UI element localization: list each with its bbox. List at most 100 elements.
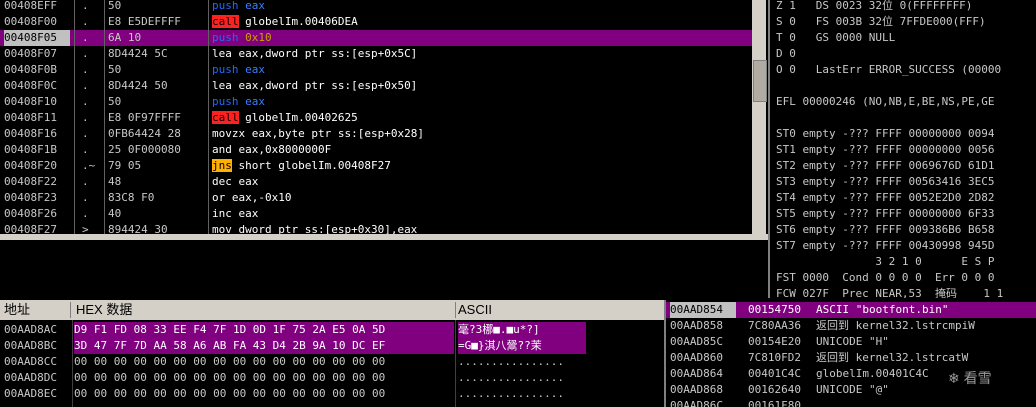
disasm-marker: .~ bbox=[82, 159, 96, 172]
dump-address: 00AAD8EC bbox=[4, 387, 57, 400]
disasm-row[interactable]: 00408F23. 83C8 F0 or eax,-0x10 bbox=[0, 190, 752, 206]
disasm-operand: dword ptr ss:[esp+0x30],eax bbox=[238, 223, 418, 234]
disasm-row[interactable]: 00408F11. E8 0F97FFFF call globelIm.004026… bbox=[0, 110, 752, 126]
column-divider bbox=[455, 320, 456, 407]
disasm-address: 00408F27 bbox=[4, 223, 57, 234]
disasm-instruction: inc eax bbox=[212, 206, 258, 222]
disasm-row[interactable]: 00408F0B. 50 push eax bbox=[0, 62, 752, 78]
dump-header-address[interactable]: 地址 bbox=[4, 300, 30, 320]
scrollbar-thumb[interactable] bbox=[753, 60, 767, 102]
disasm-marker: . bbox=[82, 175, 89, 188]
dump-ascii: ................ bbox=[458, 387, 564, 400]
column-divider bbox=[104, 0, 105, 234]
column-divider bbox=[72, 320, 73, 407]
register-line[interactable]: ST2 empty -??? FFFF 0069676D 61D1 bbox=[776, 158, 995, 174]
register-line[interactable]: ST5 empty -??? FFFF 00000000 6F33 bbox=[776, 206, 995, 222]
dump-row[interactable]: 00AAD8CC 00 00 00 00 00 00 00 00 00 00 00… bbox=[0, 354, 664, 370]
disasm-marker: > bbox=[82, 223, 89, 234]
disasm-marker: . bbox=[82, 207, 89, 220]
register-line[interactable]: D 0 bbox=[776, 46, 796, 62]
stack-address: 00AAD85C bbox=[670, 335, 723, 348]
disasm-hex: 25 0F000080 bbox=[108, 143, 181, 156]
register-line[interactable]: Z 1 DS 0023 32位 0(FFFFFFFF) bbox=[776, 0, 972, 14]
register-line[interactable]: ST1 empty -??? FFFF 00000000 0056 bbox=[776, 142, 995, 158]
disasm-instruction: push eax bbox=[212, 0, 265, 14]
disasm-mnemonic: dec bbox=[212, 175, 232, 188]
dump-ascii: ................ bbox=[458, 371, 564, 384]
disasm-mnemonic: lea bbox=[212, 47, 232, 60]
disasm-row[interactable]: 00408F27 >894424 30 mov dword ptr ss:[esp+… bbox=[0, 222, 752, 234]
memory-dump-pane[interactable]: 00AAD8AC D9 F1 FD 08 33 EE F4 7F 1D 0D 1F… bbox=[0, 320, 664, 407]
dump-header-ascii[interactable]: ASCII bbox=[458, 300, 492, 320]
stack-row[interactable]: 00AAD85C 00154E20 UNICODE "H" bbox=[666, 334, 1036, 350]
disasm-marker: . bbox=[82, 95, 89, 108]
column-divider bbox=[208, 0, 209, 234]
dump-row[interactable]: 00AAD8DC 00 00 00 00 00 00 00 00 00 00 00… bbox=[0, 370, 664, 386]
disasm-row[interactable]: 00408F16. 0FB64424 28 movzx eax,byte ptr s… bbox=[0, 126, 752, 142]
disasm-row[interactable]: 00408F00. E8 E5DEFFFF call globelIm.00406D… bbox=[0, 14, 752, 30]
disasm-row[interactable]: 00408EFF. 50 push eax bbox=[0, 0, 752, 14]
stack-row[interactable]: 00AAD860 7C810FD2 返回到 kernel32.lstrcatW bbox=[666, 350, 1036, 366]
register-line[interactable]: 3 2 1 0 E S P bbox=[776, 254, 994, 270]
registers-pane[interactable]: Z 1 DS 0023 32位 0(FFFFFFFF) S 0 FS 003B 3… bbox=[768, 0, 1036, 298]
disasm-address: 00408F26 bbox=[4, 207, 57, 220]
disassembly-pane[interactable]: 00408EFF. 50 push eax 00408F00. E8 E5DEFFFF c… bbox=[0, 0, 752, 234]
dump-address: 00AAD8AC bbox=[4, 323, 57, 336]
register-line[interactable]: ST4 empty -??? FFFF 0052E2D0 2D82 bbox=[776, 190, 995, 206]
dump-ascii: =G■}淇八鬶??茉 bbox=[458, 338, 586, 354]
dump-row[interactable]: 00AAD8AC D9 F1 FD 08 33 EE F4 7F 1D 0D 1F… bbox=[0, 322, 664, 338]
disasm-row[interactable]: 00408F0C. 8D4424 50 lea eax,dword ptr ss:[… bbox=[0, 78, 752, 94]
register-line[interactable]: ST6 empty -??? FFFF 009386B6 B658 bbox=[776, 222, 995, 238]
disasm-row[interactable]: 00408F1B. 25 0F000080 and eax,0x8000000F bbox=[0, 142, 752, 158]
disasm-row[interactable]: 00408F22. 48 dec eax bbox=[0, 174, 752, 190]
stack-value: 7C80AA36 bbox=[748, 319, 801, 332]
disasm-row[interactable]: 00408F10. 50 push eax bbox=[0, 94, 752, 110]
disasm-hex: 50 bbox=[108, 95, 122, 108]
disasm-mnemonic: call bbox=[212, 111, 239, 124]
column-divider bbox=[74, 0, 75, 234]
disassembly-scrollbar[interactable] bbox=[752, 0, 767, 234]
stack-pane[interactable]: 00AAD854 00154750 ASCII "bootfont.bin" 00AA… bbox=[664, 300, 1036, 407]
disasm-address: 00408F00 bbox=[4, 15, 57, 28]
stack-address: 00AAD86C bbox=[670, 399, 723, 407]
disasm-row[interactable]: 00408F20 .~ 79 05 jns short globelIm.00408F… bbox=[0, 158, 752, 174]
stack-row[interactable]: 00AAD858 7C80AA36 返回到 kernel32.lstrcmpiW bbox=[666, 318, 1036, 334]
dump-ascii: ................ bbox=[458, 355, 564, 368]
stack-value: 00401C4C bbox=[748, 367, 801, 380]
dump-header-hex[interactable]: HEX 数据 bbox=[76, 300, 132, 320]
disasm-row[interactable]: 00408F07. 8D4424 5C lea eax,dword ptr ss:[… bbox=[0, 46, 752, 62]
dump-row[interactable]: 00AAD8BC 3D 47 7F 7D AA 58 A6 AB FA 43 D4… bbox=[0, 338, 664, 354]
disasm-hex: 83C8 F0 bbox=[108, 191, 155, 204]
register-line[interactable]: T 0 GS 0000 NULL bbox=[776, 30, 895, 46]
disasm-operand: eax bbox=[245, 0, 265, 12]
watermark-text: 看雪 bbox=[963, 370, 992, 386]
disasm-mnemonic: movzx bbox=[212, 127, 246, 140]
stack-row[interactable]: 00AAD86C 00161F80 bbox=[666, 398, 1036, 407]
disasm-operand: globelIm.00402625 bbox=[245, 111, 358, 124]
register-line[interactable]: ST3 empty -??? FFFF 00563416 3EC5 bbox=[776, 174, 995, 190]
snowflake-icon: ❄ bbox=[948, 370, 960, 386]
disasm-mnemonic: and bbox=[212, 143, 232, 156]
disasm-address: 00408EFF bbox=[4, 0, 57, 12]
disasm-operand: eax bbox=[245, 63, 265, 76]
register-line[interactable]: ST0 empty -??? FFFF 00000000 0094 bbox=[776, 126, 995, 142]
disasm-address: 00408F22 bbox=[4, 175, 57, 188]
register-line[interactable]: S 0 FS 003B 32位 7FFDE000(FFF) bbox=[776, 14, 986, 30]
register-line[interactable]: EFL 00000246 (NO,NB,E,BE,NS,PE,GE bbox=[776, 94, 995, 110]
disasm-marker: . bbox=[82, 15, 89, 28]
disasm-instruction: lea eax,dword ptr ss:[esp+0x5C] bbox=[212, 46, 417, 62]
dump-row[interactable]: 00AAD8EC 00 00 00 00 00 00 00 00 00 00 00… bbox=[0, 386, 664, 402]
disasm-row[interactable]: 00408F26. 40 inc eax bbox=[0, 206, 752, 222]
stack-row[interactable]: 00AAD854 00154750 ASCII "bootfont.bin" bbox=[666, 302, 1036, 318]
dump-header: 地址 HEX 数据 ASCII bbox=[0, 300, 664, 320]
dump-hex: 3D 47 7F 7D AA 58 A6 AB FA 43 D4 2B 9A 1… bbox=[74, 338, 454, 354]
disasm-hex: 6A 10 bbox=[108, 31, 142, 44]
register-line[interactable]: FCW 027F Prec NEAR,53 掩码 1 1 bbox=[776, 286, 1003, 298]
register-line[interactable]: O 0 LastErr ERROR_SUCCESS (00000 bbox=[776, 62, 1001, 78]
register-line[interactable]: ST7 empty -??? FFFF 00430998 945D bbox=[776, 238, 995, 254]
disasm-operand: eax bbox=[238, 207, 259, 220]
register-line[interactable]: FST 0000 Cond 0 0 0 0 Err 0 0 0 bbox=[776, 270, 995, 286]
dump-ascii: 毫?3梛■.■u*?] bbox=[458, 322, 586, 338]
disasm-row[interactable]: 00408F05. 6A 10 push 0x10 bbox=[0, 30, 752, 46]
stack-value: 00162640 bbox=[748, 383, 801, 396]
